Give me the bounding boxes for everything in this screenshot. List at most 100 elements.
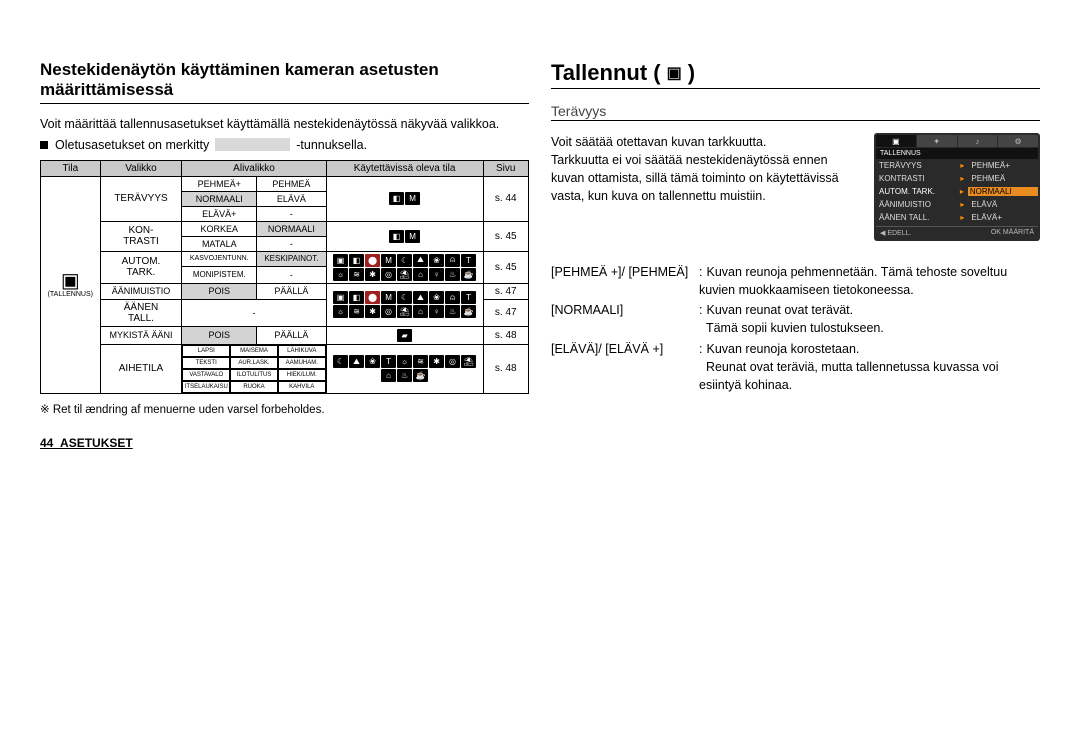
definition-desc: :Kuvan reunoja pehmennetään. Tämä tehost… <box>699 263 1040 299</box>
settings-table: Tila Valikko Alivalikko Käytettävissä ol… <box>40 160 529 394</box>
subsection-heading: Terävyys <box>551 103 1040 121</box>
aihetila-cell: ITSELAUKAISU <box>182 381 230 393</box>
aani-s1a: POIS <box>182 283 257 299</box>
aihetila-cell: VASTAVALO <box>182 369 230 381</box>
aihetila-cell: HIEK/LUM. <box>278 369 326 381</box>
left-intro-text: Voit määrittää tallennusasetukset käyttä… <box>40 116 529 134</box>
camera-icon: ▣ <box>44 271 97 291</box>
kon-s2b: - <box>257 236 326 251</box>
aihetila-cell: LÄHIKUVA <box>278 345 326 357</box>
aani-page: s. 47 <box>483 283 529 299</box>
kon-s1a: KORKEA <box>182 221 257 236</box>
autom-s2a: MONIPISTEM. <box>182 266 257 283</box>
right-body-text: Voit säätää otettavan kuvan tarkkuutta. … <box>551 133 864 206</box>
menu-aani: ÄÄNIMUISTIO <box>100 283 182 299</box>
teravyys-s3b: - <box>257 206 326 221</box>
aihetila-page: s. 48 <box>483 344 529 393</box>
preview-row: KONTRASTI▸PEHMEÄ <box>876 172 1038 185</box>
aihetila-cell: RUOKA <box>230 381 278 393</box>
page-footer: 44_ASETUKSET <box>40 436 529 450</box>
preview-ftr-left: ◀ EDELL. <box>880 229 911 237</box>
definition-row: [ELÄVÄ]/ [ELÄVÄ +]:Kuvan reunoja koroste… <box>551 340 1040 394</box>
mykista-page: s. 48 <box>483 326 529 344</box>
aihetila-cell: ILOTULITUS <box>230 369 278 381</box>
bullet-text-post: -tunnuksella. <box>296 138 367 152</box>
preview-row: ÄÄNIMUISTIO▸ELÄVÄ <box>876 198 1038 211</box>
preview-footer: ◀ EDELL. OK MÄÄRITÄ <box>876 226 1038 239</box>
lcd-menu-preview: ▣ ✦ ♪ ⚙ TALLENNUS TERÄVYYS▸PEHMEÄ+KONTRA… <box>874 133 1040 241</box>
aihetila-cell: LAPSI <box>182 345 230 357</box>
autom-s2b: - <box>257 266 326 283</box>
autom-avail: ▣◧⬤M☾ ⛰❀⍝T☼ ≋✱◎⛱⌂ ♀♨☕ <box>326 251 483 283</box>
left-column-title: Nestekidenäytön käyttäminen kameran aset… <box>40 60 529 104</box>
mode-cell: ▣ (TALLENNUS) <box>41 176 101 393</box>
autom-s1b: KESKIPAINOT. <box>257 251 326 266</box>
bullet-text-pre: Oletusasetukset on merkitty <box>55 138 209 152</box>
bullet-square-icon <box>40 141 48 149</box>
right-title-end: ) <box>688 60 695 86</box>
preview-row: ÄÄNEN TALL.▸ELÄVÄ+ <box>876 211 1038 224</box>
preview-row: TERÄVYYS▸PEHMEÄ+ <box>876 159 1038 172</box>
kon-avail: ◧M <box>326 221 483 251</box>
th-submenu: Alivalikko <box>182 160 326 176</box>
preview-tab-2: ✦ <box>917 135 957 147</box>
right-title-text: Tallennut ( <box>551 60 661 86</box>
definition-desc: :Kuvan reunoja korostetaan. Reunat ovat … <box>699 340 1040 394</box>
definition-desc: :Kuvan reunat ovat terävät. Tämä sopii k… <box>699 301 1040 337</box>
right-column-title: Tallennut ( ▣ ) <box>551 60 1040 89</box>
mykista-avail: ▰ <box>326 326 483 344</box>
default-highlight-sample <box>215 138 290 151</box>
mykista-s1a: POIS <box>182 326 257 344</box>
menu-aihetila: AIHETILA <box>100 344 182 393</box>
kon-s2a: MATALA <box>182 236 257 251</box>
definition-label: [ELÄVÄ]/ [ELÄVÄ +] <box>551 340 699 394</box>
definition-label: [PEHMEÄ +]/ [PEHMEÄ] <box>551 263 699 299</box>
default-marker-note: Oletusasetukset on merkitty -tunnuksella… <box>40 138 529 152</box>
aihetila-cell: AAMUHAM. <box>278 357 326 369</box>
aanen-s1: - <box>182 299 326 326</box>
preview-row: AUTOM. TARK.▸NORMAALI <box>876 185 1038 198</box>
mykista-s1b: PÄÄLLÄ <box>257 326 326 344</box>
th-mode: Tila <box>41 160 101 176</box>
menu-autom: AUTOM. TARK. <box>100 251 182 283</box>
preview-tab-3: ♪ <box>958 135 998 147</box>
teravyys-s2b: ELÄVÄ <box>257 191 326 206</box>
aani-avail: ▣◧⬤M☾ ⛰❀⍝T☼ ≋✱◎⛱⌂ ♀♨☕ <box>326 283 483 326</box>
preview-tab-camera: ▣ <box>876 135 916 147</box>
change-notice: ※ Ret til ændring af menuerne uden varse… <box>40 402 529 416</box>
camera-icon: ▣ <box>667 63 682 83</box>
menu-teravyys: TERÄVYYS <box>100 176 182 221</box>
definition-list: [PEHMEÄ +]/ [PEHMEÄ]:Kuvan reunoja pehme… <box>551 263 1040 394</box>
teravyys-s2a: NORMAALI <box>182 191 257 206</box>
aihetila-cell: AUR.LASK. <box>230 357 278 369</box>
teravyys-s1b: PEHMEÄ <box>257 176 326 191</box>
teravyys-page: s. 44 <box>483 176 529 221</box>
aihetila-cell: MAISEMA <box>230 345 278 357</box>
kon-page: s. 45 <box>483 221 529 251</box>
menu-aanen: ÄÄNEN TALL. <box>100 299 182 326</box>
menu-mykista: MYKISTÄ ÄÄNI <box>100 326 182 344</box>
teravyys-avail: ◧M <box>326 176 483 221</box>
preview-ftr-right: OK MÄÄRITÄ <box>991 229 1034 237</box>
teravyys-s1a: PEHMEÄ+ <box>182 176 257 191</box>
autom-page: s. 45 <box>483 251 529 283</box>
aihetila-cell: KAHVILA <box>278 381 326 393</box>
th-page: Sivu <box>483 160 529 176</box>
th-menu: Valikko <box>100 160 182 176</box>
teravyys-s3a: ELÄVÄ+ <box>182 206 257 221</box>
preview-header: TALLENNUS <box>876 148 1038 159</box>
menu-kontrasti: KON- TRASTI <box>100 221 182 251</box>
aihetila-avail: ☾⛰❀T☼ ≋✱◎⛱⌂ ♨☕ <box>326 344 483 393</box>
autom-s1a: KASVOJENTUNN. <box>182 251 257 266</box>
mode-label: (TALLENNUS) <box>44 291 97 298</box>
definition-row: [NORMAALI]:Kuvan reunat ovat terävät. Tä… <box>551 301 1040 337</box>
preview-tab-4: ⚙ <box>998 135 1038 147</box>
th-available: Käytettävissä oleva tila <box>326 160 483 176</box>
aihetila-grid: LAPSIMAISEMALÄHIKUVA TEKSTIAUR.LASK.AAMUH… <box>182 344 326 393</box>
kon-s1b: NORMAALI <box>257 221 326 236</box>
aani-s1b: PÄÄLLÄ <box>257 283 326 299</box>
definition-label: [NORMAALI] <box>551 301 699 337</box>
aanen-page: s. 47 <box>483 299 529 326</box>
aihetila-cell: TEKSTI <box>182 357 230 369</box>
definition-row: [PEHMEÄ +]/ [PEHMEÄ]:Kuvan reunoja pehme… <box>551 263 1040 299</box>
